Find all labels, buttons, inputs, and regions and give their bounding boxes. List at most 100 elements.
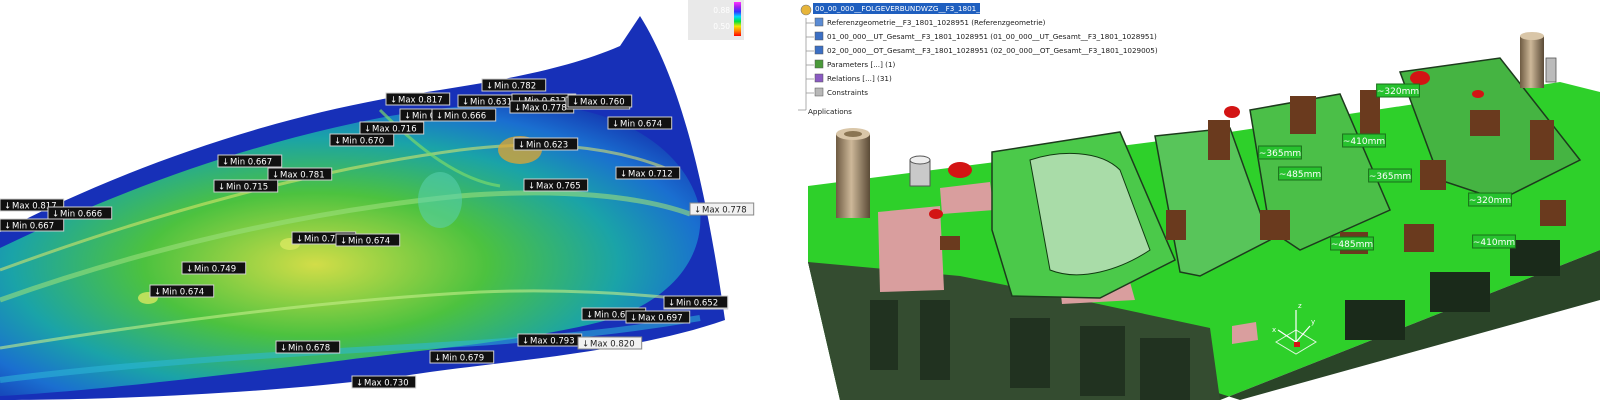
- thickness-label[interactable]: ↓ Max 0.697: [625, 310, 691, 324]
- thickness-label[interactable]: ↓ Max 0.817: [385, 92, 451, 106]
- dimension-text: ~410mm: [1473, 238, 1515, 248]
- label-arrow-icon: ↓: [222, 158, 229, 168]
- thickness-label[interactable]: ↓ Min 0.678: [275, 340, 341, 354]
- dimension-text: ~485mm: [1279, 170, 1321, 180]
- tree-item-label: Relations [...] (31): [827, 74, 892, 83]
- constraints-icon: [814, 87, 824, 97]
- thickness-label[interactable]: ↓ Max 0.820: [577, 336, 643, 350]
- label-text: Max 0.781: [280, 171, 325, 181]
- thickness-label[interactable]: ↓ Min 0.666: [431, 108, 497, 122]
- label-arrow-icon: ↓: [340, 237, 347, 247]
- dimension-label[interactable]: ~320mm: [1468, 192, 1512, 207]
- simulation-viewport[interactable]: ↓Max 0.817↓Min 0.631↓Min 0.782↓Min 0.612…: [0, 16, 755, 400]
- label-arrow-icon: ↓: [390, 96, 397, 106]
- label-arrow-icon: ↓: [154, 288, 161, 298]
- label-arrow-icon: ↓: [462, 98, 469, 108]
- tree-applications-label: Applications: [808, 107, 852, 116]
- dimension-text: ~410mm: [1343, 137, 1385, 147]
- label-arrow-icon: ↓: [436, 112, 443, 122]
- tree-item-label: 01_00_000__UT_Gesamt__F3_1801_1028951 (0…: [827, 32, 1157, 41]
- tree-root-row[interactable]: 00_00_000__FOLGEVERBUNDWZG__F3_1801_1028…: [800, 3, 1012, 16]
- label-arrow-icon: ↓: [272, 171, 279, 181]
- ejector-cylinder: [909, 155, 931, 187]
- parameters-icon: [814, 59, 824, 69]
- label-text: Min 0.631: [470, 98, 512, 108]
- tree-item[interactable]: Parameters [...] (1): [806, 59, 896, 69]
- thickness-label[interactable]: ↓ Min 0.749: [181, 261, 247, 275]
- label-text: Min 0.749: [194, 265, 236, 275]
- label-arrow-icon: ↓: [586, 311, 593, 321]
- thickness-label[interactable]: ↓ Max 0.712: [615, 166, 681, 180]
- compass-z-label: z: [1298, 302, 1302, 310]
- tree-items: Referenzgeometrie__F3_1801_1028951 (Refe…: [806, 17, 1158, 97]
- thickness-label[interactable]: ↓ Min 0.674: [335, 233, 401, 247]
- thickness-label[interactable]: ↓ Min 0.674: [149, 284, 215, 298]
- label-text: Min 0.679: [442, 354, 484, 364]
- label-text: Min 0.674: [620, 120, 662, 130]
- label-text: Min 0.678: [288, 344, 330, 354]
- specification-tree[interactable]: 00_00_000__FOLGEVERBUNDWZG__F3_1801_1028…: [798, 3, 1158, 116]
- thickness-label[interactable]: ↓ Min 0.674: [607, 116, 673, 130]
- dimension-label[interactable]: ~410mm: [1472, 234, 1516, 249]
- product-icon: [800, 4, 812, 16]
- assembly-icon: [814, 45, 824, 55]
- label-arrow-icon: ↓: [486, 82, 493, 92]
- thickness-label[interactable]: ↓ Min 0.666: [47, 206, 113, 220]
- thickness-label[interactable]: ↓ Max 0.760: [567, 94, 633, 108]
- thickness-label[interactable]: ↓ Min 0.670: [329, 133, 395, 147]
- thickness-label[interactable]: ↓ Min 0.667: [0, 218, 65, 232]
- dimension-label[interactable]: ~485mm: [1330, 236, 1374, 251]
- dimension-text: ~365mm: [1369, 172, 1411, 182]
- label-text: Min 0.670: [342, 137, 384, 147]
- thickness-label[interactable]: ↓ Max 0.765: [523, 178, 589, 192]
- dimension-label[interactable]: ~485mm: [1278, 166, 1322, 181]
- thickness-label[interactable]: ↓ Min 0.652: [663, 295, 729, 309]
- label-arrow-icon: ↓: [434, 354, 441, 364]
- dimension-label[interactable]: ~365mm: [1368, 168, 1412, 183]
- tree-item[interactable]: 02_00_000__OT_Gesamt__F3_1801_1028951 (0…: [806, 45, 1158, 55]
- thickness-label[interactable]: ↓ Min 0.667: [217, 154, 283, 168]
- dimension-text: ~320mm: [1377, 87, 1419, 97]
- thickness-label[interactable]: ↓ Max 0.716: [359, 121, 425, 135]
- thickness-label[interactable]: ↓ Min 0.623: [513, 137, 579, 151]
- tree-item[interactable]: 01_00_000__UT_Gesamt__F3_1801_1028951 (0…: [806, 31, 1157, 41]
- label-text: Max 0.712: [628, 170, 673, 180]
- label-arrow-icon: ↓: [364, 125, 371, 135]
- thickness-label[interactable]: ↓ Max 0.781: [267, 167, 333, 181]
- color-legend[interactable]: 0.88 0.50: [688, 0, 744, 40]
- label-text: Max 0.716: [372, 125, 417, 135]
- tree-item-label: Constraints: [827, 88, 868, 97]
- thickness-label[interactable]: ↓ Min 0.679: [429, 350, 495, 364]
- thickness-label[interactable]: ↓ Max 0.793: [517, 333, 583, 347]
- tree-item[interactable]: Relations [...] (31): [806, 73, 892, 83]
- label-arrow-icon: ↓: [518, 141, 525, 151]
- thickness-label[interactable]: ↓ Min 0.782: [481, 78, 547, 92]
- thickness-label[interactable]: ↓ Max 0.778: [689, 202, 755, 216]
- compass-x-label: x: [1272, 326, 1276, 334]
- label-text: Min 0.666: [444, 112, 486, 122]
- tool-viewport[interactable]: ~320mm ~365mm ~410mm ~485mm ~365mm ~320mm ~485…: [808, 32, 1600, 400]
- legend-gradient-bar: [734, 2, 741, 36]
- label-text: Min 0.782: [494, 82, 536, 92]
- tree-root-label: 00_00_000__FOLGEVERBUNDWZG__F3_1801_1028…: [815, 4, 1012, 13]
- label-arrow-icon: ↓: [582, 340, 589, 350]
- thickness-label[interactable]: ↓ Max 0.730: [351, 375, 417, 389]
- dimension-label[interactable]: ~320mm: [1376, 83, 1420, 98]
- tree-item[interactable]: Constraints: [806, 87, 868, 97]
- label-arrow-icon: ↓: [4, 202, 11, 212]
- dimension-label[interactable]: ~410mm: [1342, 133, 1386, 148]
- tree-item[interactable]: Referenzgeometrie__F3_1801_1028951 (Refe…: [806, 17, 1046, 27]
- label-arrow-icon: ↓: [528, 182, 535, 192]
- dimension-label[interactable]: ~365mm: [1258, 145, 1302, 160]
- label-arrow-icon: ↓: [630, 314, 637, 324]
- tree-item-label: Parameters [...] (1): [827, 60, 896, 69]
- thickness-label[interactable]: ↓ Max 0.778: [509, 100, 575, 114]
- legend-max-label: 0.88: [713, 6, 730, 15]
- label-text: Min 0.652: [676, 299, 718, 309]
- label-arrow-icon: ↓: [694, 206, 701, 216]
- label-text: Max 0.793: [530, 337, 575, 347]
- cad-screenshot: ↓Max 0.817↓Min 0.631↓Min 0.782↓Min 0.612…: [0, 0, 1600, 400]
- thickness-label[interactable]: ↓ Min 0.715: [213, 179, 279, 193]
- dent-2: [418, 172, 462, 228]
- label-arrow-icon: ↓: [612, 120, 619, 130]
